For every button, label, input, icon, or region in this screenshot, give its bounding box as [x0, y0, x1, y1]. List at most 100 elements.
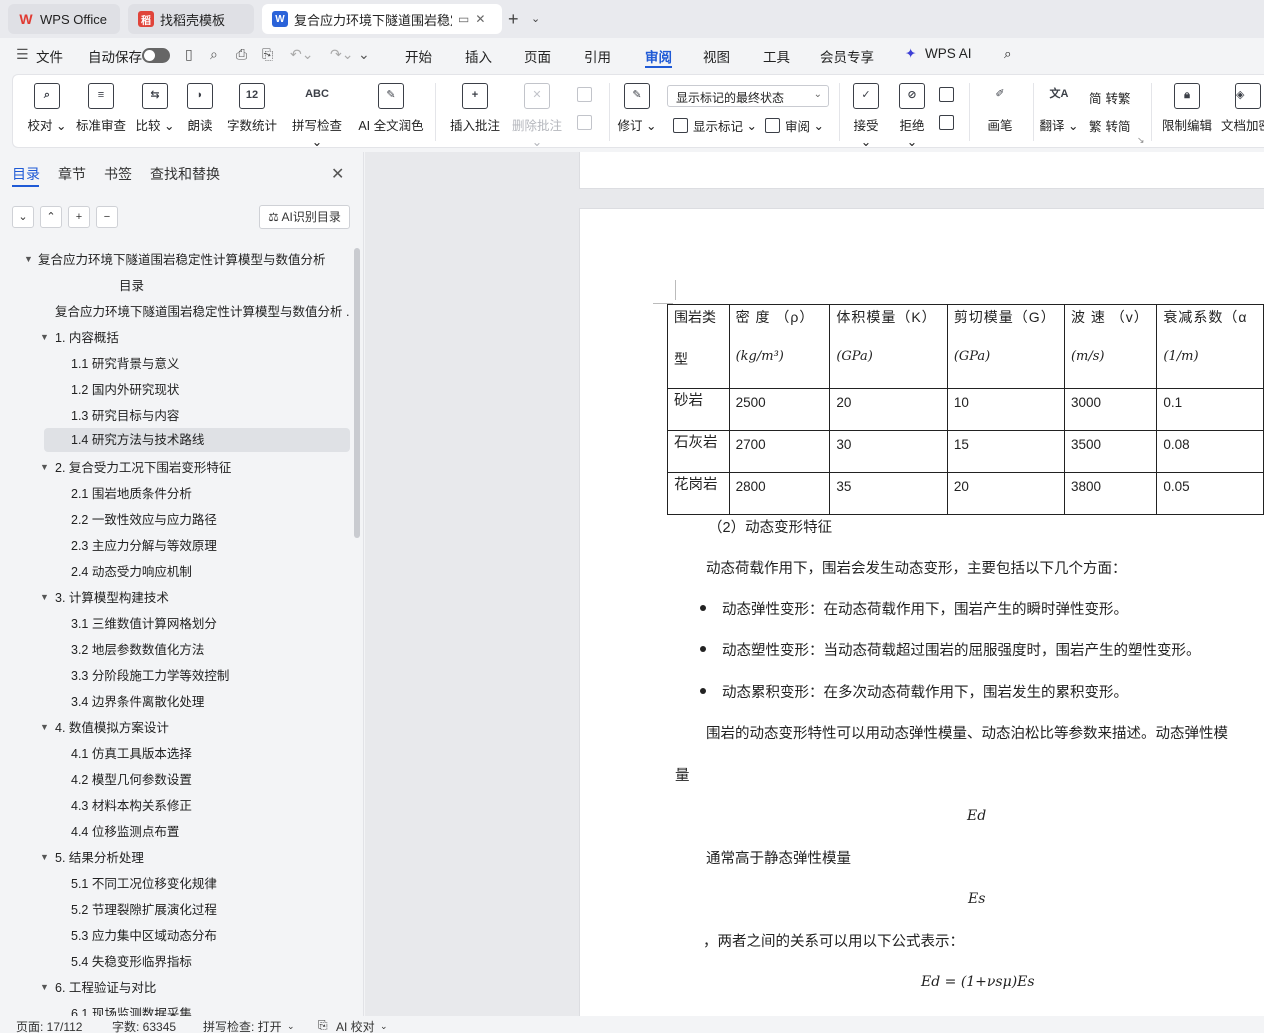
table-header-cell[interactable]: 密 度 （ρ） (kg/m³)	[728, 304, 831, 389]
add-heading-icon[interactable]: +	[68, 206, 90, 228]
toc-item[interactable]: 3.1 三维数值计算网格划分	[71, 612, 217, 636]
next-revision-button[interactable]	[939, 115, 959, 130]
search-icon[interactable]: ⌕	[1004, 46, 1012, 62]
ai-toc-button[interactable]: ⚖ AI识别目录	[259, 205, 350, 229]
toc-item[interactable]: 3. 计算模型构建技术	[55, 586, 169, 610]
nav-tab-bookmark[interactable]: 书签	[104, 164, 132, 184]
table-cell[interactable]: 2800	[728, 472, 831, 515]
close-tab-icon[interactable]: ✕	[475, 12, 485, 26]
menu-insert[interactable]: 插入	[465, 46, 492, 66]
print-preview-icon[interactable]: ⎘	[262, 46, 273, 63]
table-cell[interactable]: 3500	[1063, 430, 1158, 473]
nav-tab-chapter[interactable]: 章节	[58, 164, 86, 184]
translate-button[interactable]: 文A 翻译 ⌄	[1039, 83, 1079, 134]
toc-item[interactable]: 5. 结果分析处理	[55, 846, 144, 870]
menu-page[interactable]: 页面	[524, 46, 551, 66]
subheading[interactable]: （2）动态变形特征	[708, 516, 832, 537]
toc-item[interactable]: 5.2 节理裂隙扩展演化过程	[71, 898, 217, 922]
table-cell[interactable]: 3800	[1063, 472, 1158, 515]
table-cell[interactable]: 0.05	[1156, 472, 1264, 515]
new-tab-button[interactable]: +	[508, 9, 519, 30]
ai-polish-button[interactable]: ✎ AI 全文润色	[357, 83, 425, 134]
table-cell[interactable]: 石灰岩	[667, 430, 730, 473]
prev-revision-button[interactable]	[939, 87, 959, 102]
bullet-item[interactable]: 动态累积变形：在多次动态荷载作用下，围岩发生的累积变形。	[722, 681, 1128, 702]
table-cell[interactable]: 0.08	[1156, 430, 1264, 473]
restrict-edit-button[interactable]: 🔒︎ 限制编辑	[1159, 83, 1215, 134]
redo-icon[interactable]: ↷⌄	[330, 46, 353, 63]
table-cell[interactable]: 20	[829, 388, 948, 431]
screen-icon[interactable]: ▭	[458, 12, 469, 26]
toc-item[interactable]: 3.2 地层参数数值化方法	[71, 638, 204, 662]
table-header-cell[interactable]: 衰减系数（α (1/m)	[1156, 304, 1264, 389]
toc-item[interactable]: 4.2 模型几何参数设置	[71, 768, 192, 792]
toc-item[interactable]: 4.4 位移监测点布置	[71, 820, 179, 844]
save-icon[interactable]: ▯	[185, 46, 193, 63]
collapse-arrow-icon[interactable]: ▼	[40, 332, 49, 342]
toc-item[interactable]: 2.3 主应力分解与等效原理	[71, 534, 217, 558]
accept-button[interactable]: ✓ 接受 ⌄	[847, 83, 885, 149]
toc-item[interactable]: 6.1 现场监测数据采集	[71, 1002, 192, 1016]
wps-ai-icon[interactable]: ✦	[905, 46, 916, 62]
table-header-cell[interactable]: 剪切模量（G） (GPa)	[946, 304, 1065, 389]
bullet-item[interactable]: 动态弹性变形：在动态荷载作用下，围岩产生的瞬时弹性变形。	[722, 598, 1128, 619]
table-cell[interactable]: 20	[946, 472, 1065, 515]
autosave-toggle[interactable]	[142, 48, 170, 63]
table-cell[interactable]: 30	[829, 430, 948, 473]
formula-main[interactable]: Ed = (1+νsμ)Es	[921, 974, 1035, 990]
word-count-button[interactable]: 12 字数统计	[227, 83, 277, 134]
menu-member[interactable]: 会员专享	[820, 46, 874, 66]
toc-item[interactable]: 3.4 边界条件离散化处理	[71, 690, 204, 714]
table-cell[interactable]: 15	[946, 430, 1065, 473]
to-simplified-button[interactable]: 繁 转简	[1089, 116, 1131, 135]
compare-button[interactable]: ⇆ 比较 ⌄	[135, 83, 175, 134]
revise-button[interactable]: ✎ 修订 ⌄	[617, 83, 657, 134]
table-cell[interactable]: 花岗岩	[667, 472, 730, 515]
collapse-arrow-icon[interactable]: ▼	[24, 254, 33, 264]
bullet-item[interactable]: 动态塑性变形：当动态荷载超过围岩的屈服强度时，围岩产生的塑性变形。	[722, 639, 1201, 660]
paragraph[interactable]: 动态荷载作用下，围岩会发生动态变形，主要包括以下几个方面：	[706, 557, 1127, 578]
proofread-button[interactable]: ⌕ 校对 ⌄	[27, 83, 67, 134]
page-count[interactable]: 页面: 17/112	[16, 1018, 82, 1033]
toc-item[interactable]: 5.4 失稳变形临界指标	[71, 950, 192, 974]
collapse-arrow-icon[interactable]: ▼	[40, 722, 49, 732]
toc-item[interactable]: 1.3 研究目标与内容	[71, 404, 179, 428]
pen-button[interactable]: ✐ 画笔	[981, 83, 1019, 134]
collapse-arrow-icon[interactable]: ▼	[40, 982, 49, 992]
toc-item[interactable]: 5.1 不同工况位移变化规律	[71, 872, 217, 896]
table-header-cell[interactable]: 体积模量（K） (GPa)	[829, 304, 948, 389]
collapse-arrow-icon[interactable]: ▼	[40, 852, 49, 862]
table-cell[interactable]: 2500	[728, 388, 831, 431]
toc-item[interactable]: 1.1 研究背景与意义	[71, 352, 179, 376]
tab-document[interactable]: W 复合应力环境下隧道围岩稳定 ▭ ✕	[262, 4, 502, 34]
spell-check-button[interactable]: ABC 拼写检查 ⌄	[287, 83, 347, 149]
menu-review[interactable]: 审阅	[645, 46, 672, 66]
toc-item[interactable]: 4. 数值模拟方案设计	[55, 716, 169, 740]
menu-start[interactable]: 开始	[405, 46, 432, 66]
close-icon[interactable]: ✕	[331, 164, 344, 184]
expand-all-icon[interactable]: ⌄	[12, 206, 34, 228]
table-cell[interactable]: 砂岩	[667, 388, 730, 431]
undo-icon[interactable]: ↶⌄	[290, 46, 313, 63]
table-header-cell[interactable]: 波 速 （v） (m/s)	[1063, 304, 1158, 389]
chevron-down-icon[interactable]: ⌄	[380, 1021, 388, 1032]
tab-list-chevron-icon[interactable]: ⌄	[531, 12, 540, 25]
remove-heading-icon[interactable]: −	[96, 206, 118, 228]
table-header-cell[interactable]: 围岩类 型	[667, 304, 730, 389]
more-quick-access-icon[interactable]: ⌄	[358, 46, 370, 63]
table-cell[interactable]: 0.1	[1156, 388, 1264, 431]
paragraph[interactable]: 围岩的动态变形特性可以用动态弹性模量、动态泊松比等参数来描述。动态弹性模	[706, 722, 1228, 743]
to-traditional-button[interactable]: 简 转繁	[1089, 88, 1131, 107]
toc-item[interactable]: 复合应力环境下隧道围岩稳定性计算模型与数值分析	[38, 248, 350, 272]
table-cell[interactable]: 35	[829, 472, 948, 515]
toc-item-selected[interactable]: 1.4 研究方法与技术路线	[44, 428, 350, 452]
menu-file[interactable]: 文件	[36, 46, 63, 66]
toc-item[interactable]: 6. 工程验证与对比	[55, 976, 156, 1000]
toc-item[interactable]: 2. 复合受力工况下围岩变形特征	[55, 456, 231, 480]
delete-comment-button[interactable]: ✕ 删除批注 ⌄	[507, 83, 567, 149]
toc-item[interactable]: 5.3 应力集中区域动态分布	[71, 924, 217, 948]
menu-view[interactable]: 视图	[703, 46, 730, 66]
toc-item[interactable]: 4.3 材料本构关系修正	[71, 794, 192, 818]
toc-item[interactable]: 4.1 仿真工具版本选择	[71, 742, 192, 766]
toc-item[interactable]: 2.4 动态受力响应机制	[71, 560, 192, 584]
